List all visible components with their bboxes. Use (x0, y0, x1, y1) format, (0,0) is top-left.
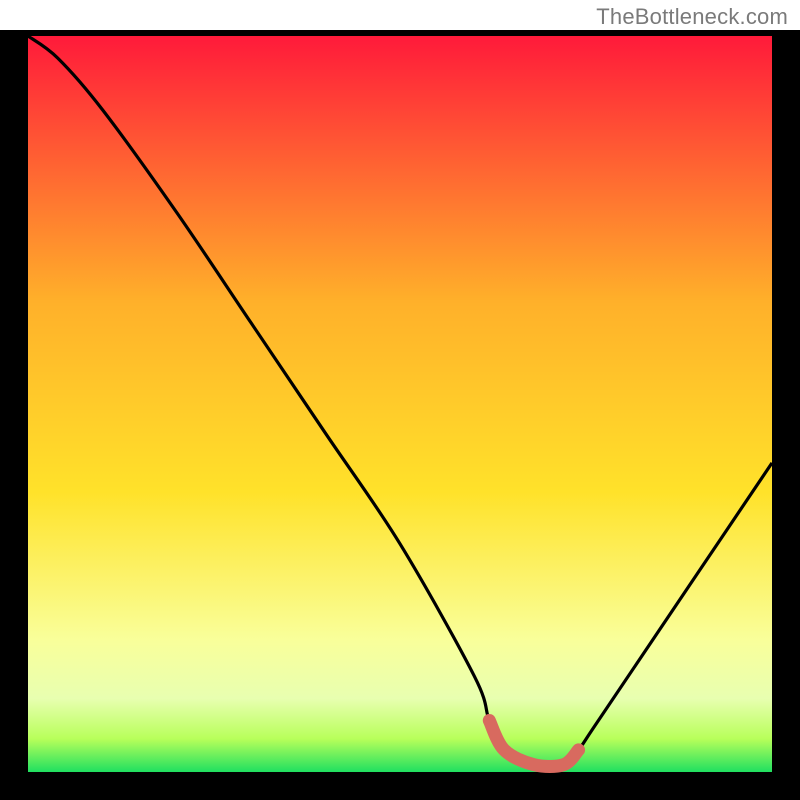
plot-background (28, 36, 772, 772)
plot-area (0, 30, 800, 800)
attribution-label: TheBottleneck.com (596, 4, 788, 30)
chart-container: TheBottleneck.com (0, 0, 800, 800)
bottleneck-chart (0, 0, 800, 800)
